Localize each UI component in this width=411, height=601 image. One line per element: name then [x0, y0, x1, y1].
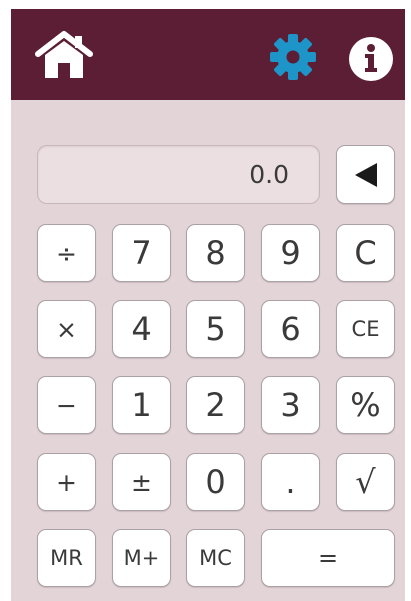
digit-1-button[interactable]: 1: [112, 376, 171, 434]
digit-3-button[interactable]: 3: [261, 376, 320, 434]
multiply-button[interactable]: ×: [37, 300, 96, 358]
subtract-button[interactable]: −: [37, 376, 96, 434]
digit-9-button[interactable]: 9: [261, 224, 320, 282]
memory-add-button[interactable]: M+: [112, 529, 171, 587]
digit-8-button[interactable]: 8: [186, 224, 245, 282]
digit-4-button[interactable]: 4: [112, 300, 171, 358]
digit-5-button[interactable]: 5: [186, 300, 245, 358]
clear-button[interactable]: C: [336, 224, 395, 282]
memory-clear-button[interactable]: MC: [186, 529, 245, 587]
top-toolbar: [11, 9, 405, 100]
add-button[interactable]: +: [37, 453, 96, 511]
backspace-button[interactable]: [336, 145, 395, 204]
digit-0-button[interactable]: 0: [186, 453, 245, 511]
gear-icon: [270, 34, 316, 80]
display-value: 0.0: [249, 160, 289, 189]
clear-entry-button[interactable]: CE: [336, 300, 395, 358]
settings-button[interactable]: [265, 29, 321, 85]
home-button[interactable]: [33, 26, 95, 86]
percent-button[interactable]: %: [336, 376, 395, 434]
calculator-app: 0.0 ÷ 7 8 9 C × 4 5 6 CE − 1 2 3 % + ± 0…: [11, 9, 405, 601]
square-root-button[interactable]: √: [336, 453, 395, 511]
memory-recall-button[interactable]: MR: [37, 529, 96, 587]
digit-6-button[interactable]: 6: [261, 300, 320, 358]
plus-minus-button[interactable]: ±: [112, 453, 171, 511]
decimal-button[interactable]: .: [261, 453, 320, 511]
backspace-icon: [354, 162, 377, 187]
info-icon: [349, 37, 393, 81]
divide-button[interactable]: ÷: [37, 224, 96, 282]
equals-button[interactable]: =: [261, 529, 395, 587]
digit-7-button[interactable]: 7: [112, 224, 171, 282]
digit-2-button[interactable]: 2: [186, 376, 245, 434]
result-display: 0.0: [37, 145, 320, 204]
home-icon: [35, 31, 93, 78]
info-button[interactable]: [344, 32, 398, 86]
